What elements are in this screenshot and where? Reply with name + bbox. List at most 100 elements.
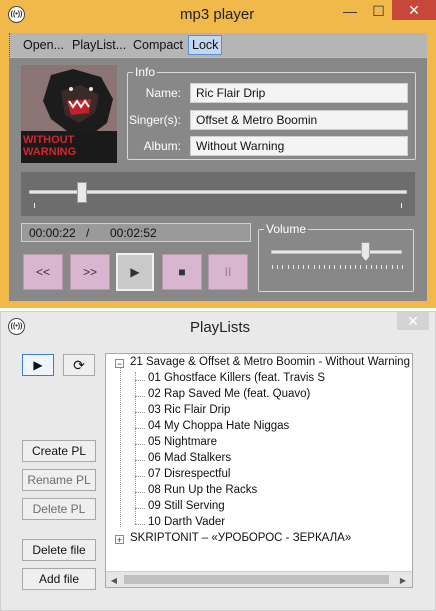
volume-tick — [313, 265, 315, 269]
rename-playlist-button[interactable]: Rename PL — [22, 469, 96, 491]
name-label: Name: — [145, 86, 181, 100]
volume-group — [258, 229, 414, 292]
album-label: Album: — [143, 139, 181, 153]
time-display: 00:00:22 / 00:02:52 — [21, 223, 251, 242]
volume-tick — [292, 265, 294, 269]
track-node[interactable]: 05 Nightmare — [148, 436, 217, 448]
seek-area — [21, 172, 415, 216]
tree-branch-line — [135, 476, 145, 477]
volume-tick — [355, 265, 357, 269]
tree-branch-line — [135, 428, 145, 429]
maximize-button[interactable]: ☐ — [365, 0, 392, 22]
minimize-button[interactable]: — — [335, 0, 365, 22]
track-node[interactable]: 02 Rap Saved Me (feat. Quavo) — [148, 388, 310, 400]
menu-playlist[interactable]: PlayList... — [69, 35, 129, 55]
singer-label: Singer(s): — [128, 113, 181, 127]
volume-legend: Volume — [264, 222, 309, 236]
info-legend: Info — [133, 65, 158, 79]
scroll-left-icon[interactable]: ◀ — [106, 572, 122, 588]
playlist-title: PlayLists — [190, 319, 251, 336]
close-button[interactable]: ✕ — [392, 0, 436, 20]
volume-tick — [365, 265, 367, 269]
track-node[interactable]: 03 Ric Flair Drip — [148, 404, 230, 416]
volume-ticks — [272, 265, 403, 269]
volume-tick — [282, 265, 284, 269]
volume-tick — [344, 265, 346, 269]
volume-tick — [324, 265, 325, 269]
previous-button[interactable]: << — [23, 254, 63, 290]
scroll-right-icon[interactable]: ▶ — [395, 572, 411, 588]
app-icon: ((•)) — [8, 6, 25, 23]
time-separator: / — [86, 226, 90, 240]
tree-branch-line — [135, 524, 145, 525]
expand-icon[interactable]: + — [115, 535, 124, 545]
playlist-node[interactable]: SKRIPTONIT – «УРОБОРОС - ЗЕРКАЛА» — [130, 532, 351, 544]
tree-branch-line — [135, 396, 145, 397]
play-playlist-button[interactable]: ▶ — [22, 354, 54, 376]
volume-tick — [277, 265, 279, 269]
menu-open[interactable]: Open... — [20, 35, 67, 55]
volume-tick — [391, 265, 393, 269]
menu-compact[interactable]: Compact — [130, 35, 186, 55]
volume-tick — [339, 265, 341, 269]
playlist-close-button[interactable]: ✕ — [397, 312, 429, 330]
current-time: 00:00:22 — [29, 226, 76, 240]
scroll-thumb[interactable] — [124, 575, 389, 584]
seek-tick-end — [401, 203, 402, 208]
volume-tick — [370, 265, 372, 269]
pause-button[interactable]: II — [208, 254, 248, 290]
singer-field: Offset & Metro Boomin — [190, 110, 408, 130]
total-time: 00:02:52 — [110, 226, 157, 240]
seek-tick-start — [34, 203, 35, 208]
album-art: WITHOUT WARNING — [21, 65, 117, 163]
track-node[interactable]: 06 Mad Stalkers — [148, 452, 231, 464]
volume-tick — [376, 265, 377, 269]
stop-button[interactable]: ■ — [162, 254, 202, 290]
refresh-button[interactable]: ⟳ — [63, 354, 95, 376]
menu-bar: Open... PlayList... Compact Lock — [9, 33, 427, 57]
playlist-node[interactable]: 21 Savage & Offset & Metro Boomin - With… — [130, 356, 412, 368]
volume-tick — [402, 265, 403, 269]
volume-tick — [272, 265, 273, 269]
volume-tick — [386, 265, 388, 269]
volume-tick — [287, 265, 289, 269]
volume-tick — [303, 265, 305, 269]
volume-tick — [360, 265, 362, 269]
volume-tick — [334, 265, 336, 269]
create-playlist-button[interactable]: Create PL — [22, 440, 96, 462]
playlist-app-icon: ((•)) — [8, 318, 25, 335]
track-node[interactable]: 01 Ghostface Killers (feat. Travis S — [148, 372, 325, 384]
volume-tick — [308, 265, 310, 269]
album-field: Without Warning — [190, 136, 408, 156]
player-window: ((•)) mp3 player — ☐ ✕ Open... PlayList.… — [0, 0, 436, 308]
track-node[interactable]: 09 Still Serving — [148, 500, 225, 512]
delete-file-button[interactable]: Delete file — [22, 539, 96, 561]
tree-branch-line — [135, 380, 145, 381]
horizontal-scrollbar[interactable]: ◀ ▶ — [106, 571, 412, 587]
track-node[interactable]: 08 Run Up the Racks — [148, 484, 257, 496]
delete-playlist-button[interactable]: Delete PL — [22, 498, 96, 520]
volume-tick — [381, 265, 383, 269]
track-node[interactable]: 10 Darth Vader — [148, 516, 225, 528]
tree-connector — [120, 366, 121, 527]
playlist-tree[interactable]: − 21 Savage & Offset & Metro Boomin - Wi… — [105, 353, 413, 588]
volume-tick — [350, 265, 351, 269]
add-file-button[interactable]: Add file — [22, 568, 96, 590]
menu-lock[interactable]: Lock — [188, 35, 223, 55]
next-button[interactable]: >> — [70, 254, 110, 290]
volume-tick — [298, 265, 299, 269]
volume-tick — [396, 265, 398, 269]
player-title: mp3 player — [180, 6, 255, 23]
tree-branch-line — [135, 508, 145, 509]
collapse-icon[interactable]: − — [115, 359, 124, 369]
track-node[interactable]: 07 Disrespectful — [148, 468, 230, 480]
volume-tick — [329, 265, 331, 269]
album-art-text: WITHOUT WARNING — [23, 134, 77, 158]
volume-tick — [318, 265, 320, 269]
volume-track[interactable] — [271, 250, 402, 254]
tree-branch-lines — [135, 354, 146, 534]
seek-slider-thumb[interactable] — [76, 182, 87, 203]
play-button[interactable]: ▶ — [116, 253, 154, 291]
tree-branch-line — [135, 492, 145, 493]
track-node[interactable]: 04 My Choppa Hate Niggas — [148, 420, 289, 432]
